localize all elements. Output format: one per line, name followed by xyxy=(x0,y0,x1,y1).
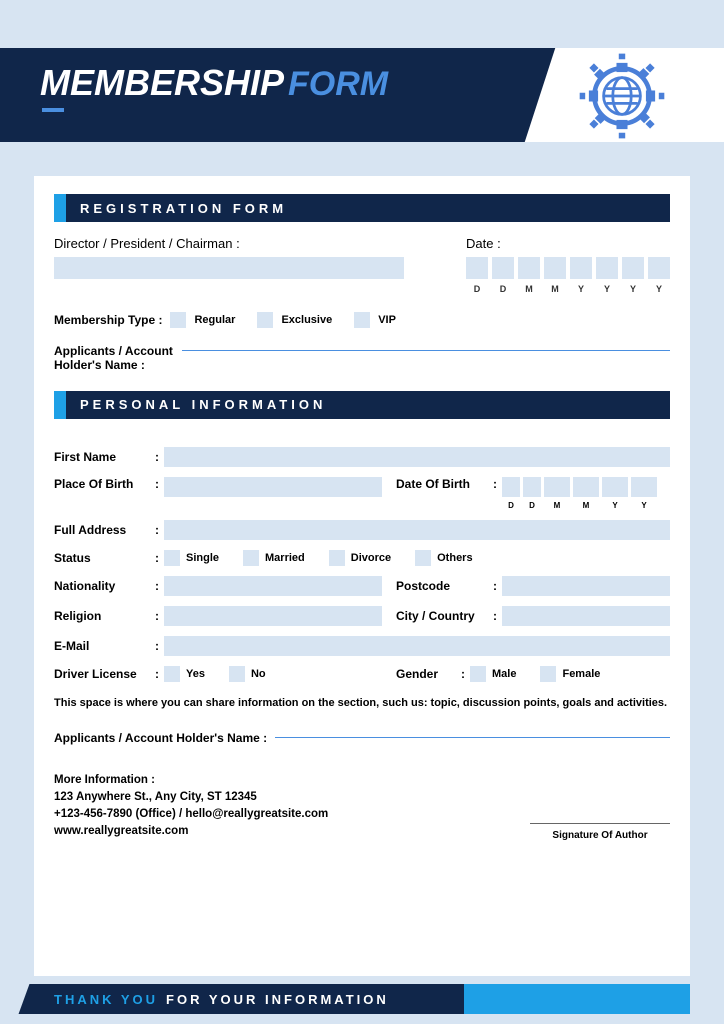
footer-dark: THANK YOU FOR YOUR INFORMATION xyxy=(34,984,464,1014)
dob-box-5[interactable] xyxy=(631,477,657,497)
director-input[interactable] xyxy=(54,257,404,279)
nationality-label: Nationality xyxy=(54,579,150,593)
first-name-input[interactable] xyxy=(164,447,670,467)
pob-input[interactable] xyxy=(164,477,382,497)
email-input[interactable] xyxy=(164,636,670,656)
date-box-0[interactable] xyxy=(466,257,488,279)
status-label: Status xyxy=(54,551,150,565)
checkbox-driver-yes[interactable] xyxy=(164,666,180,682)
postcode-input[interactable] xyxy=(502,576,670,596)
first-name-label: First Name xyxy=(54,450,150,464)
date-box-1[interactable] xyxy=(492,257,514,279)
checkbox-driver-no[interactable] xyxy=(229,666,245,682)
opt-exclusive: Exclusive xyxy=(281,314,332,326)
footer-text-1: THANK YOU xyxy=(54,992,158,1007)
date-box-7[interactable] xyxy=(648,257,670,279)
footer-light xyxy=(450,984,690,1014)
section-title-personal: PERSONAL INFORMATION xyxy=(80,397,326,412)
driver-label: Driver License xyxy=(54,667,150,681)
section-accent xyxy=(54,194,66,222)
city-label: City / Country xyxy=(396,609,488,623)
dob-box-1[interactable] xyxy=(523,477,541,497)
pob-label: Place Of Birth xyxy=(54,477,150,491)
section-bar-personal: PERSONAL INFORMATION xyxy=(54,391,670,419)
checkbox-female[interactable] xyxy=(540,666,556,682)
signature-block: Signature Of Author xyxy=(530,823,670,841)
date-box-4[interactable] xyxy=(570,257,592,279)
postcode-label: Postcode xyxy=(396,579,488,593)
dob-box-4[interactable] xyxy=(602,477,628,497)
signature-line[interactable] xyxy=(530,823,670,824)
opt-regular: Regular xyxy=(194,314,235,326)
date-cells: D D M M Y Y Y Y xyxy=(466,257,670,294)
title-underline xyxy=(42,108,64,112)
date-box-2[interactable] xyxy=(518,257,540,279)
religion-input[interactable] xyxy=(164,606,382,626)
dob-box-0[interactable] xyxy=(502,477,520,497)
footer-text-2: FOR YOUR INFORMATION xyxy=(166,992,389,1007)
director-label: Director / President / Chairman : xyxy=(54,236,404,251)
section-accent-2 xyxy=(54,391,66,419)
checkbox-single[interactable] xyxy=(164,550,180,566)
section-bar-registration: REGISTRATION FORM xyxy=(54,194,670,222)
dob-box-3[interactable] xyxy=(573,477,599,497)
section-title-registration: REGISTRATION FORM xyxy=(80,201,287,216)
date-box-6[interactable] xyxy=(622,257,644,279)
checkbox-vip[interactable] xyxy=(354,312,370,328)
checkbox-exclusive[interactable] xyxy=(257,312,273,328)
note-text: This space is where you can share inform… xyxy=(54,696,670,711)
dob-box-2[interactable] xyxy=(544,477,570,497)
applicant-name-line-2[interactable] xyxy=(275,737,670,738)
applicant-name-label-2: Applicants / Account Holder's Name : xyxy=(54,731,267,745)
form-body: REGISTRATION FORM Director / President /… xyxy=(34,176,690,976)
contact-address: 123 Anywhere St., Any City, ST 12345 xyxy=(54,789,328,806)
membership-type-label: Membership Type : xyxy=(54,313,162,327)
email-label: E-Mail xyxy=(54,639,150,653)
address-label: Full Address xyxy=(54,523,150,537)
checkbox-married[interactable] xyxy=(243,550,259,566)
nationality-input[interactable] xyxy=(164,576,382,596)
checkbox-regular[interactable] xyxy=(170,312,186,328)
checkbox-male[interactable] xyxy=(470,666,486,682)
checkbox-divorce[interactable] xyxy=(329,550,345,566)
page-title: MEMBERSHIP FORM xyxy=(40,62,388,104)
date-label: Date : xyxy=(466,236,670,251)
address-input[interactable] xyxy=(164,520,670,540)
contact-web: www.reallygreatsite.com xyxy=(54,823,328,840)
applicant-name-line[interactable] xyxy=(182,350,670,351)
title-word2: FORM xyxy=(288,65,388,104)
opt-vip: VIP xyxy=(378,314,396,326)
checkbox-others[interactable] xyxy=(415,550,431,566)
gender-label: Gender xyxy=(396,667,456,681)
more-info-block: More Information : 123 Anywhere St., Any… xyxy=(54,772,328,841)
title-word1: MEMBERSHIP xyxy=(40,62,284,104)
city-input[interactable] xyxy=(502,606,670,626)
religion-label: Religion xyxy=(54,609,150,623)
date-box-3[interactable] xyxy=(544,257,566,279)
signature-label: Signature Of Author xyxy=(530,830,670,841)
footer-bar: THANK YOU FOR YOUR INFORMATION xyxy=(0,984,724,1024)
date-box-5[interactable] xyxy=(596,257,618,279)
globe-gear-icon xyxy=(576,50,668,142)
dob-label: Date Of Birth xyxy=(396,477,488,491)
more-info-label: More Information : xyxy=(54,772,328,789)
applicant-name-label: Applicants / Account Holder's Name : xyxy=(54,344,174,373)
contact-phone: +123-456-7890 (Office) / hello@reallygre… xyxy=(54,806,328,823)
